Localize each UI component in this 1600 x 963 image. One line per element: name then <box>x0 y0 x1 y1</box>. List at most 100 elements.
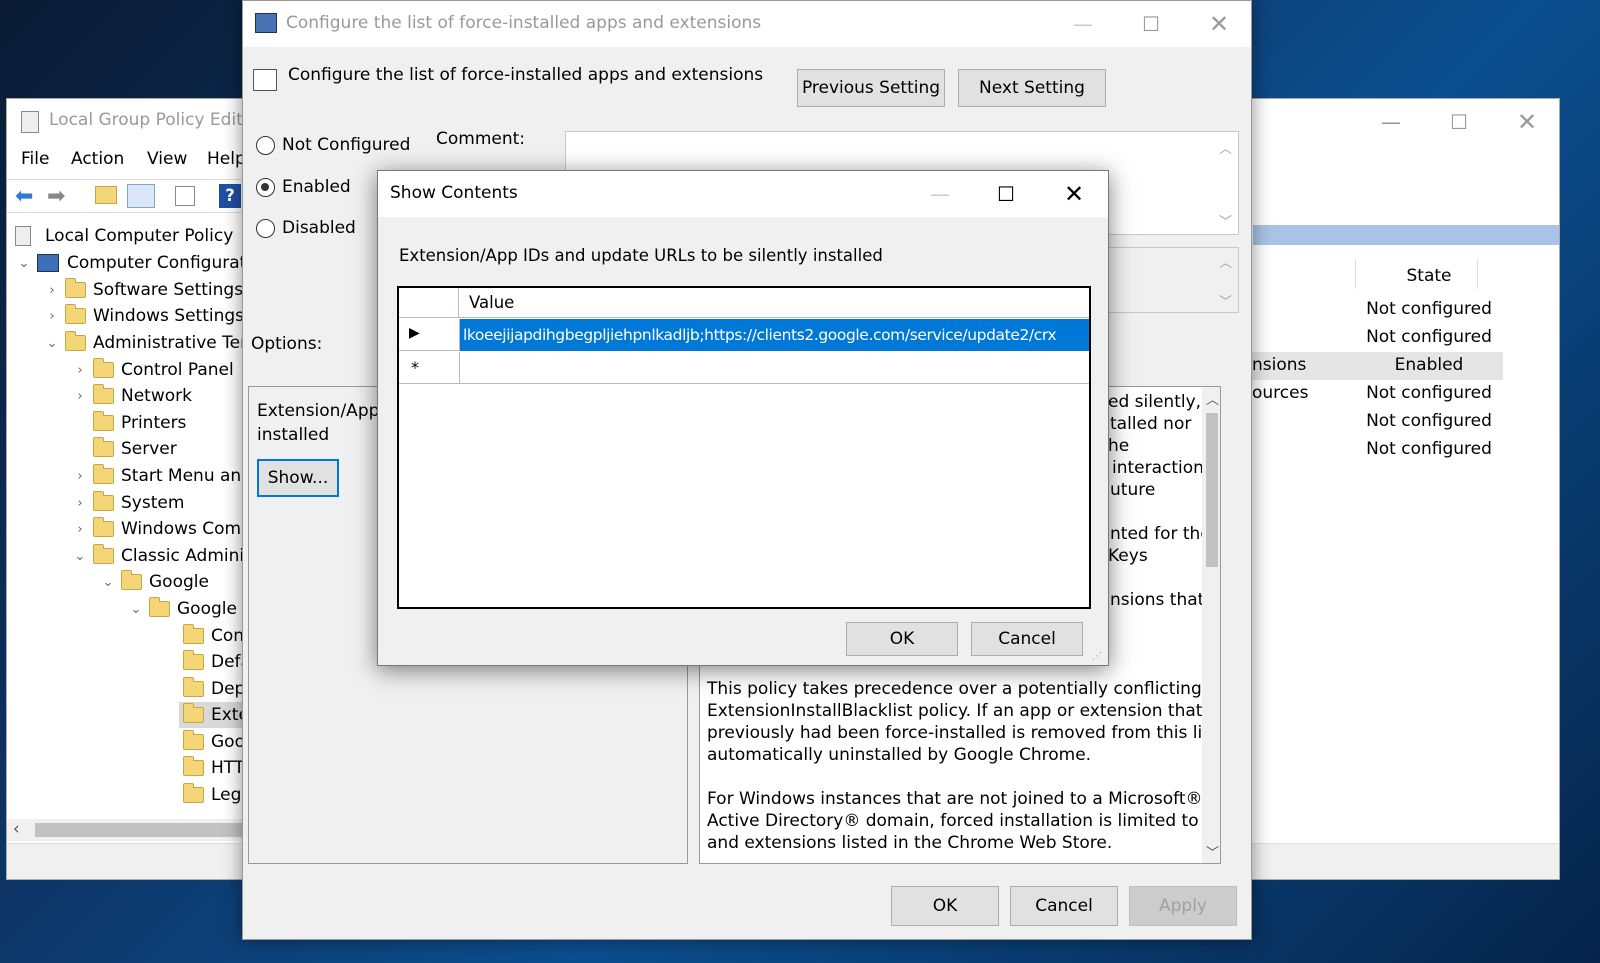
show-contents-close-button[interactable]: ✕ <box>1040 171 1108 217</box>
scroll-up-icon[interactable]: ︿ <box>1219 252 1232 271</box>
back-arrow-icon[interactable]: ⬅ <box>15 184 33 209</box>
show-contents-minimize-button[interactable]: — <box>906 171 974 217</box>
scroll-up-icon[interactable]: ︿ <box>1206 389 1219 408</box>
tree-item-windows-settings[interactable]: › Windows Settings <box>39 303 244 329</box>
tree-item-computer-configuration[interactable]: ⌄ Computer Configuration <box>11 250 247 276</box>
tree-item-windows-components[interactable]: › Windows Components <box>67 516 247 542</box>
menu-help[interactable]: Help <box>207 149 246 169</box>
tree-label: Google Chrome <box>177 599 247 619</box>
scroll-down-icon[interactable]: ﹀ <box>1206 842 1219 861</box>
help-fragment: Keys <box>1108 546 1148 566</box>
folder-icon <box>65 331 86 351</box>
show-contents-cancel-button[interactable]: Cancel <box>971 622 1083 656</box>
show-button[interactable]: Show... <box>257 459 339 497</box>
folder-icon <box>183 703 204 723</box>
tree-item-google[interactable]: ⌄ Google <box>95 569 209 595</box>
tree-item-system[interactable]: › System <box>67 490 184 516</box>
tree-label: Control Panel <box>121 360 234 380</box>
scroll-down-icon[interactable]: ﹀ <box>1219 211 1232 230</box>
help-paragraph-line: For Windows instances that are not joine… <box>707 789 1203 809</box>
tree-item-printers[interactable]: Printers <box>67 410 186 436</box>
show-contents-maximize-button[interactable]: ☐ <box>972 171 1040 217</box>
show-hide-tree-icon[interactable] <box>127 184 155 208</box>
next-setting-button[interactable]: Next Setting <box>958 69 1106 107</box>
policy-close-button[interactable]: ✕ <box>1185 1 1253 47</box>
menu-file[interactable]: File <box>21 149 49 169</box>
tree-item-administrative-templates[interactable]: ⌄ Administrative Templates <box>39 330 247 356</box>
policy-apply-button[interactable]: Apply <box>1129 886 1237 926</box>
tree-item-google-cast[interactable]: Google Cast <box>183 729 247 755</box>
chevron-right-icon[interactable]: › <box>39 309 65 324</box>
tree-item-content-settings[interactable]: Content settings <box>183 623 247 649</box>
not-configured-radio[interactable]: Not Configured <box>256 135 410 155</box>
tree-horizontal-scrollbar[interactable]: ‹ <box>7 819 247 841</box>
tree-item-control-panel[interactable]: › Control Panel <box>67 357 234 383</box>
previous-setting-button[interactable]: Previous Setting <box>797 69 945 107</box>
menu-action[interactable]: Action <box>71 149 124 169</box>
tree-item-http-auth[interactable]: HTTP authentication <box>183 755 247 781</box>
chevron-right-icon[interactable]: › <box>39 283 65 298</box>
chevron-down-icon[interactable]: ⌄ <box>95 575 121 590</box>
tree-item-legacy-browser[interactable]: Legacy Browser Support <box>183 782 247 808</box>
chevron-right-icon[interactable]: › <box>67 389 93 404</box>
folder-icon <box>183 756 204 776</box>
grid-row-1[interactable]: ▶ lkoeejijapdihgbegpljiehpnlkadljb;https… <box>399 319 1089 351</box>
folder-icon <box>93 464 114 484</box>
scroll-down-icon[interactable]: ﹀ <box>1219 291 1232 310</box>
menu-view[interactable]: View <box>147 149 187 169</box>
radio-circle <box>256 135 275 155</box>
policy-ok-button[interactable]: OK <box>891 886 999 926</box>
gpedit-close-button[interactable]: ✕ <box>1493 99 1561 145</box>
help-vertical-scrollbar[interactable]: ︿ ﹀ <box>1202 387 1220 863</box>
enabled-radio[interactable]: Enabled <box>256 177 351 197</box>
chevron-down-icon[interactable]: ⌄ <box>11 256 37 271</box>
policy-cancel-button[interactable]: Cancel <box>1010 886 1118 926</box>
value-cell-selected[interactable]: lkoeejijapdihgbegpljiehpnlkadljb;https:/… <box>460 319 1089 351</box>
policy-maximize-button[interactable]: ☐ <box>1117 1 1185 47</box>
show-contents-ok-button[interactable]: OK <box>846 622 958 656</box>
chevron-right-icon[interactable]: › <box>67 363 93 378</box>
options-label: Options: <box>251 334 323 354</box>
chevron-down-icon[interactable]: ⌄ <box>39 336 65 351</box>
tree-item-extensions[interactable]: Extensions <box>179 702 247 728</box>
chevron-right-icon[interactable]: › <box>67 469 93 484</box>
tree-item-google-chrome[interactable]: ⌄ Google Chrome <box>123 596 247 622</box>
chevron-down-icon[interactable]: ⌄ <box>123 602 149 617</box>
scroll-left-icon[interactable]: ‹ <box>13 819 20 838</box>
tree-item-start-menu[interactable]: › Start Menu and Taskbar <box>67 463 247 489</box>
forward-arrow-icon[interactable]: ➡ <box>47 184 65 209</box>
grid-new-row[interactable]: * <box>399 352 1089 384</box>
tree-item-deprecated[interactable]: Deprecated policies <box>183 676 247 702</box>
chevron-down-icon[interactable]: ⌄ <box>67 549 93 564</box>
tree-label: Google <box>149 572 209 592</box>
gpedit-minimize-button[interactable]: — <box>1357 99 1425 145</box>
help-icon[interactable]: ? <box>219 184 241 208</box>
radio-label: Disabled <box>282 218 356 238</box>
radio-label: Not Configured <box>282 135 411 155</box>
tree-item-server[interactable]: Server <box>67 436 177 462</box>
folder-icon <box>93 384 114 404</box>
up-folder-icon[interactable] <box>95 186 117 204</box>
help-fragment: nsions that <box>1110 590 1205 610</box>
scroll-thumb[interactable] <box>35 823 247 837</box>
scroll-up-icon[interactable]: ︿ <box>1219 138 1232 157</box>
chevron-right-icon[interactable]: › <box>67 522 93 537</box>
column-header-value[interactable]: Value <box>469 293 514 312</box>
folder-icon <box>93 491 114 511</box>
policy-minimize-button[interactable]: — <box>1049 1 1117 47</box>
tree-item-local-computer-policy[interactable]: Local Computer Policy <box>15 223 233 249</box>
scroll-thumb[interactable] <box>1206 413 1218 567</box>
policy-heading: Configure the list of force-installed ap… <box>288 65 764 85</box>
tree-item-network[interactable]: › Network <box>67 383 192 409</box>
resize-grip-icon[interactable]: ⋰ <box>1092 651 1102 662</box>
tree-item-default-search[interactable]: Default search provider <box>183 649 247 675</box>
tree-label: Software Settings <box>93 280 244 300</box>
export-list-icon[interactable] <box>175 186 195 206</box>
chevron-right-icon[interactable]: › <box>67 496 93 511</box>
state-column-header[interactable]: State <box>1355 266 1503 286</box>
folder-icon <box>93 544 114 564</box>
disabled-radio[interactable]: Disabled <box>256 218 356 238</box>
gpedit-maximize-button[interactable]: ☐ <box>1425 99 1493 145</box>
tree-item-classic-admin-templates[interactable]: ⌄ Classic Administrative Templates <box>67 543 247 569</box>
tree-item-software-settings[interactable]: › Software Settings <box>39 277 243 303</box>
